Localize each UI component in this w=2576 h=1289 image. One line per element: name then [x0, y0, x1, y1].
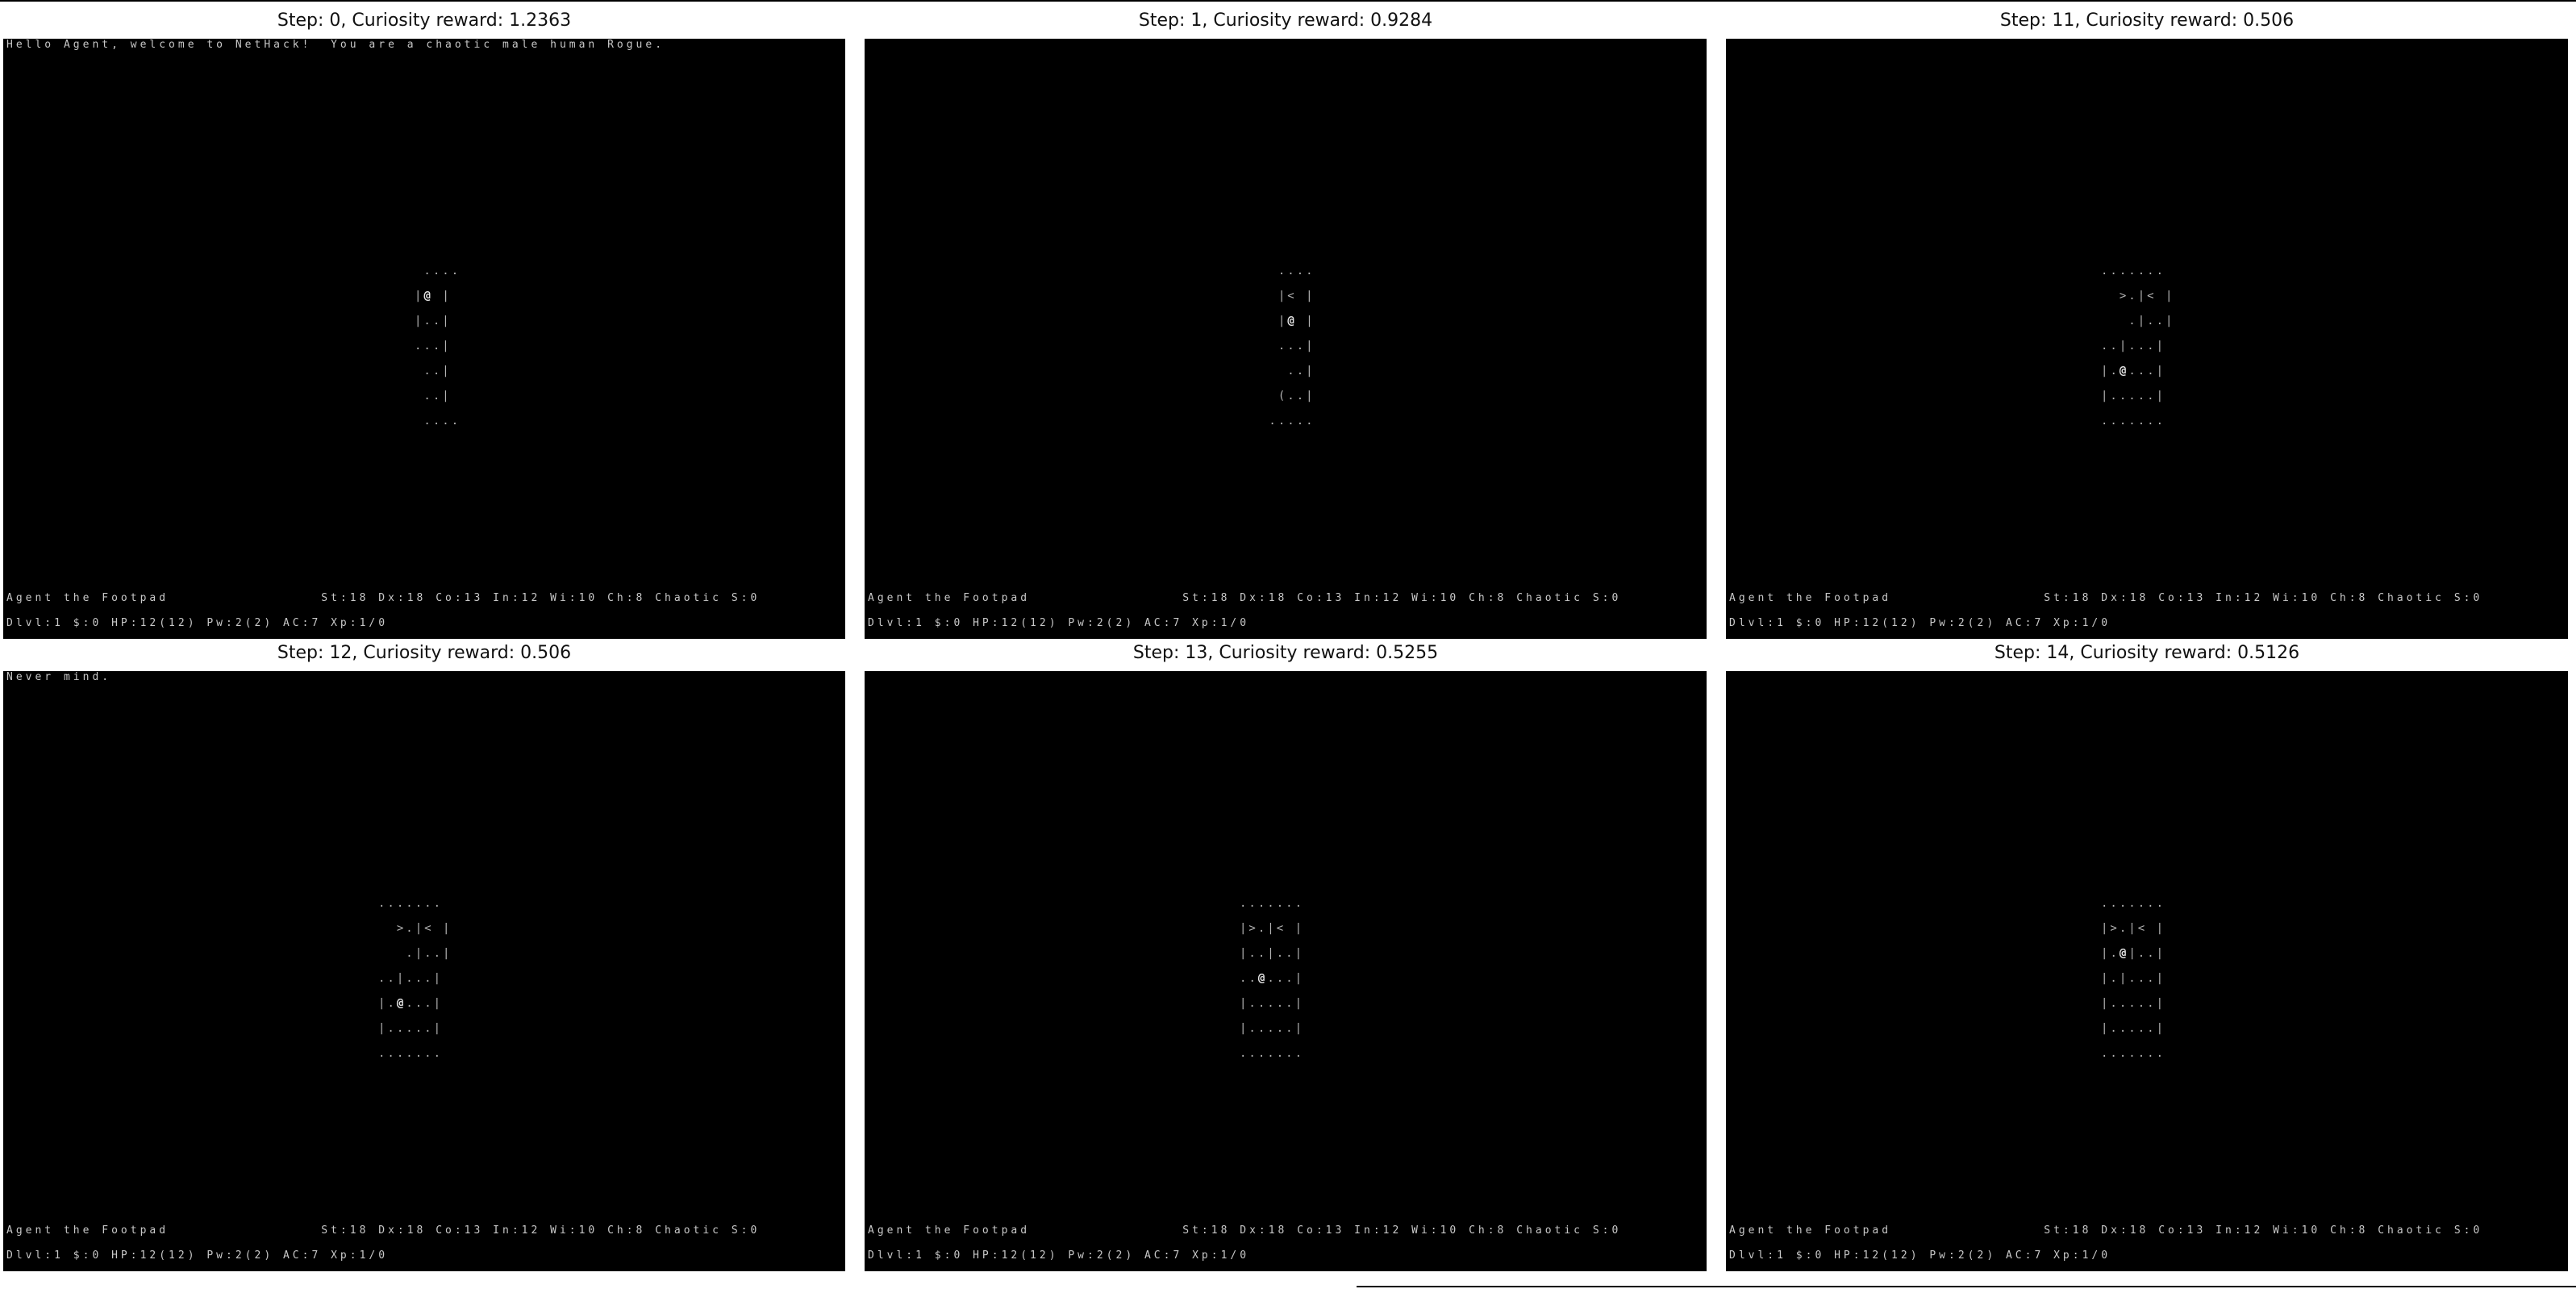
- map-row: ..|: [415, 365, 452, 378]
- map-row: .|..|: [2101, 315, 2175, 327]
- episode-panel-step-14: Step: 14, Curiosity reward: 0.5126 .....…: [1726, 636, 2568, 1271]
- nethack-screen: Hello Agent, welcome to NetHack! You are…: [3, 39, 845, 639]
- map-row: .|..|: [378, 947, 452, 960]
- episode-panel-step-1: Step: 1, Curiosity reward: 0.9284 .... |…: [865, 3, 1707, 639]
- map-row: |.|...|: [2101, 972, 2166, 985]
- agent-glyph: @: [2119, 947, 2129, 960]
- map-row: ....: [415, 265, 461, 277]
- map-row: |.....|: [2101, 390, 2166, 403]
- panel-title: Step: 14, Curiosity reward: 0.5126: [1994, 643, 2300, 663]
- episode-panel-step-13: Step: 13, Curiosity reward: 0.5255 .....…: [865, 636, 1707, 1271]
- map-row: |..|..|: [1240, 947, 1305, 960]
- status-line-1: Agent the Footpad St:18 Dx:18 Co:13 In:1…: [6, 592, 761, 604]
- agent-glyph: @: [1257, 972, 1268, 985]
- map-row: |>.|< |: [1240, 922, 1305, 935]
- agent-glyph: @: [1287, 315, 1297, 327]
- map-row: .......: [2101, 415, 2166, 428]
- map-row: |.@...|: [378, 997, 444, 1010]
- map-row: ..|...|: [2101, 340, 2166, 352]
- map-row: .......: [1240, 897, 1305, 910]
- top-rule: [0, 0, 2576, 2]
- map-row: ...|: [415, 340, 452, 352]
- nethack-screen: ....... |>.|< | |.@|..| |.|...| |.....| …: [1726, 671, 2568, 1271]
- map-row: ..@...|: [1240, 972, 1305, 985]
- status-line-2: Dlvl:1 $:0 HP:12(12) Pw:2(2) AC:7 Xp:1/0: [1729, 1249, 2111, 1262]
- episode-panel-step-0: Step: 0, Curiosity reward: 1.2363 Hello …: [3, 3, 845, 639]
- map-row: |< |: [1260, 290, 1315, 302]
- panel-title: Step: 13, Curiosity reward: 0.5255: [1132, 643, 1439, 663]
- status-line-1: Agent the Footpad St:18 Dx:18 Co:13 In:1…: [1729, 592, 2483, 604]
- map-row: .......: [1240, 1047, 1305, 1060]
- agent-glyph: @: [423, 290, 433, 302]
- bottom-rule: [1357, 1286, 2576, 1287]
- status-line-2: Dlvl:1 $:0 HP:12(12) Pw:2(2) AC:7 Xp:1/0: [6, 617, 389, 629]
- map-row: .......: [2101, 1047, 2166, 1060]
- status-line-1: Agent the Footpad St:18 Dx:18 Co:13 In:1…: [868, 592, 1622, 604]
- message-line: Never mind.: [6, 671, 112, 683]
- map-row: ..|: [1260, 365, 1315, 378]
- map-row: >.|< |: [378, 922, 452, 935]
- map-row: |>.|< |: [2101, 922, 2166, 935]
- map-row: |.....|: [1240, 1022, 1305, 1035]
- map-row: |.....|: [2101, 1022, 2166, 1035]
- status-line-1: Agent the Footpad St:18 Dx:18 Co:13 In:1…: [6, 1224, 761, 1237]
- map-row: |@ |: [1278, 315, 1315, 327]
- panel-title: Step: 11, Curiosity reward: 0.506: [1999, 10, 2295, 31]
- nethack-screen: .... |< | |@ | ...| ..| (..| ..... Agent…: [865, 39, 1707, 639]
- episode-panel-step-11: Step: 11, Curiosity reward: 0.506 ......…: [1726, 3, 2568, 639]
- status-line-1: Agent the Footpad St:18 Dx:18 Co:13 In:1…: [868, 1224, 1622, 1237]
- agent-glyph: @: [396, 997, 406, 1010]
- nethack-screen: ....... >.|< | .|..| ..|...| |.@...| |..…: [1726, 39, 2568, 639]
- map-row: ..|: [415, 390, 452, 403]
- status-line-2: Dlvl:1 $:0 HP:12(12) Pw:2(2) AC:7 Xp:1/0: [868, 617, 1250, 629]
- episode-panel-step-12: Step: 12, Curiosity reward: 0.506 Never …: [3, 636, 845, 1271]
- nethack-screen: Never mind. ....... >.|< | .|..| ..|...|…: [3, 671, 845, 1271]
- map-row: |@ |: [415, 290, 452, 302]
- map-row: ..|...|: [378, 972, 444, 985]
- map-row: |.....|: [1240, 997, 1305, 1010]
- status-line-1: Agent the Footpad St:18 Dx:18 Co:13 In:1…: [1729, 1224, 2483, 1237]
- map-row: |.@|..|: [2101, 947, 2166, 960]
- status-line-2: Dlvl:1 $:0 HP:12(12) Pw:2(2) AC:7 Xp:1/0: [6, 1249, 389, 1262]
- map-row: .......: [378, 897, 444, 910]
- nethack-screen: ....... |>.|< | |..|..| ..@...| |.....| …: [865, 671, 1707, 1271]
- map-row: ....: [415, 415, 461, 428]
- status-line-2: Dlvl:1 $:0 HP:12(12) Pw:2(2) AC:7 Xp:1/0: [868, 1249, 1250, 1262]
- map-row: |..|: [415, 315, 452, 327]
- message-line: Hello Agent, welcome to NetHack! You are…: [6, 39, 665, 51]
- map-row: >.|< |: [2101, 290, 2175, 302]
- map-row: .......: [2101, 897, 2166, 910]
- map-row: .......: [2101, 265, 2166, 277]
- status-line-2: Dlvl:1 $:0 HP:12(12) Pw:2(2) AC:7 Xp:1/0: [1729, 617, 2111, 629]
- map-row: ...|: [1260, 340, 1315, 352]
- map-row: |.....|: [2101, 997, 2166, 1010]
- panel-title: Step: 12, Curiosity reward: 0.506: [277, 643, 572, 663]
- panel-title: Step: 0, Curiosity reward: 1.2363: [277, 10, 572, 31]
- map-row: |.....|: [378, 1022, 444, 1035]
- map-row: ....: [1260, 265, 1315, 277]
- agent-glyph: @: [2119, 365, 2129, 378]
- panel-title: Step: 1, Curiosity reward: 0.9284: [1138, 10, 1433, 31]
- map-row: |.@...|: [2101, 365, 2166, 378]
- map-row: .......: [378, 1047, 444, 1060]
- map-row: .....: [1260, 415, 1315, 428]
- map-row: (..|: [1260, 390, 1315, 403]
